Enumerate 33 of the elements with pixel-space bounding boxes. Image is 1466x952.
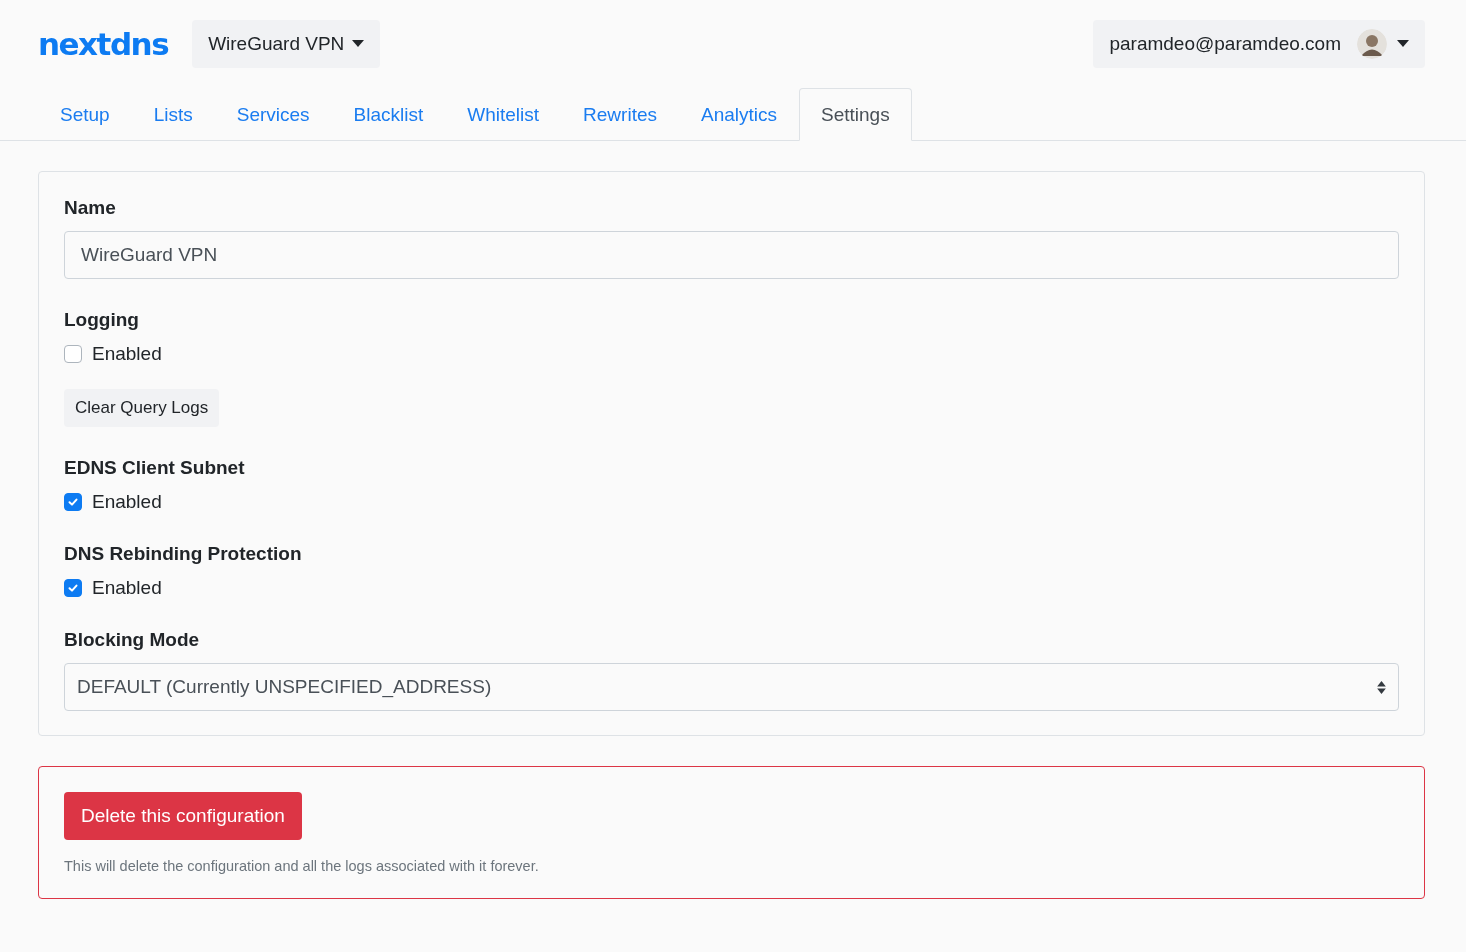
field-label: Name	[64, 197, 117, 219]
avatar-icon	[1357, 28, 1387, 59]
checkbox-label: Enabled	[92, 491, 162, 513]
tab[interactable]: Rewrites	[561, 88, 679, 141]
checkbox-label: Enabled	[92, 577, 162, 599]
caret-icon	[352, 40, 365, 47]
tab[interactable]: Setup	[38, 88, 132, 141]
checkbox[interactable]	[64, 493, 82, 511]
logo[interactable]: nextdns	[38, 25, 169, 62]
checkmark-icon	[67, 582, 79, 594]
checkmark-icon	[67, 496, 79, 508]
tab[interactable]: Analytics	[679, 88, 799, 141]
field-label: DNS Rebinding Protection	[64, 543, 303, 565]
clear-logs-button[interactable]: Clear Query Logs	[64, 389, 220, 427]
tab[interactable]: Whitelist	[445, 88, 562, 141]
configuration-dropdown[interactable]: WireGuard VPN	[192, 19, 381, 68]
tab[interactable]: Settings	[799, 88, 912, 141]
field-label: Logging	[64, 309, 140, 331]
checkbox[interactable]	[64, 579, 82, 597]
account-dropdown[interactable]: paramdeo@paramdeo.com	[1093, 19, 1425, 68]
blocking-mode-select[interactable]: DEFAULT (Currently UNSPECIFIED_ADDRESS)	[64, 663, 1399, 711]
caret-icon	[1397, 40, 1409, 47]
field-label: Blocking Mode	[64, 629, 201, 651]
sort-arrows-icon	[1377, 680, 1386, 694]
field-label: EDNS Client Subnet	[64, 457, 246, 479]
help-text: This will delete the configuration and all the logs associated with it forever.	[64, 858, 540, 874]
checkbox-label: Enabled	[92, 343, 162, 365]
name-field[interactable]: WireGuard VPN	[64, 231, 1399, 279]
tab[interactable]: Lists	[131, 88, 215, 141]
delete-button[interactable]: Delete this configuration	[64, 792, 302, 840]
checkbox[interactable]	[64, 345, 82, 363]
tab[interactable]: Services	[214, 88, 332, 141]
tab[interactable]: Blacklist	[331, 88, 446, 141]
